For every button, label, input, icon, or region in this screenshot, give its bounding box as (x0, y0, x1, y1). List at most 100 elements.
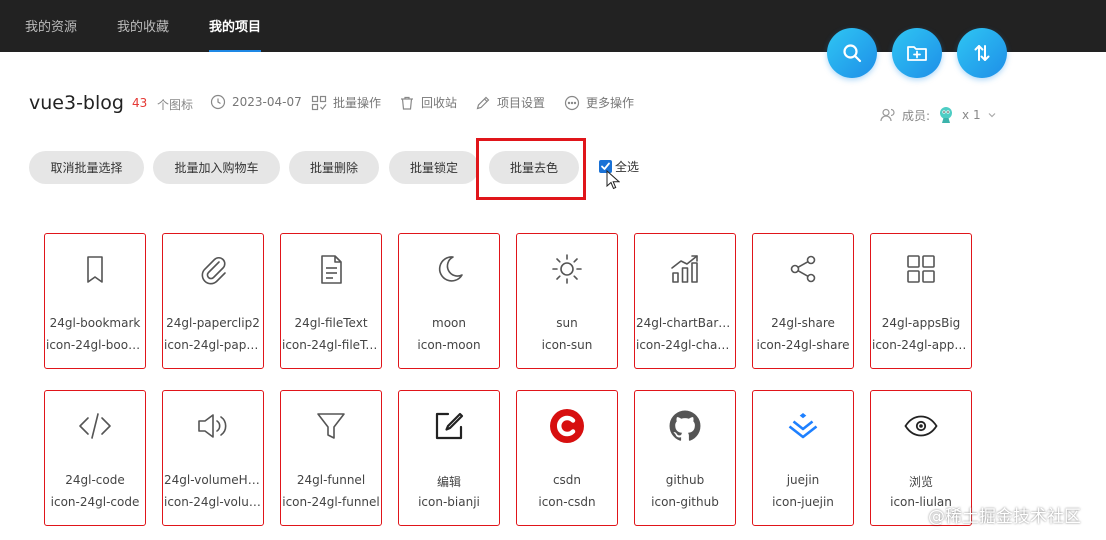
project-settings-link[interactable]: 项目设置 (475, 94, 545, 111)
apps-grid-icon (907, 255, 935, 283)
icon-card[interactable]: moon icon-moon (398, 233, 500, 369)
icon-card-glyph (399, 407, 499, 445)
icon-class-label: icon-sun (541, 338, 593, 352)
add-folder-icon (907, 46, 927, 61)
project-date: 2023-04-07 (210, 94, 302, 110)
volume-high-icon (198, 414, 227, 438)
icon-name-label: 24gl-bookmark (49, 316, 141, 330)
icon-name-label: 24gl-appsBig (881, 316, 961, 330)
icon-card[interactable]: 24gl-code icon-24gl-code (44, 390, 146, 526)
icon-card-glyph (517, 250, 617, 288)
icon-name-label: sun (556, 316, 578, 330)
icon-card-glyph (517, 407, 617, 445)
icon-card-glyph (399, 250, 499, 288)
tab-my-favorites[interactable]: 我的收藏 (117, 0, 169, 52)
file-text-icon (321, 255, 342, 284)
icon-card[interactable]: sun icon-sun (516, 233, 618, 369)
icon-name-label: 24gl-chartBarUp... (636, 316, 734, 330)
icon-name-label: 浏览 (908, 475, 933, 489)
trash-icon (401, 96, 413, 110)
batch-operation-label: 批量操作 (333, 96, 382, 110)
tab-my-resources[interactable]: 我的资源 (25, 0, 77, 52)
members-dropdown[interactable]: 成员: x 1 (880, 105, 997, 125)
github-icon (669, 410, 701, 441)
icon-class-label: icon-juejin (772, 495, 834, 509)
icon-class-label: icon-24gl-code (50, 495, 140, 509)
icon-class-label: icon-24gl-bookm... (46, 338, 144, 352)
icon-card-glyph (281, 250, 381, 288)
icon-card-glyph (635, 407, 735, 445)
more-operations-label: 更多操作 (586, 96, 635, 110)
paperclip-icon (201, 257, 226, 285)
icon-class-label: icon-24gl-chartB... (636, 338, 734, 352)
members-icon (880, 108, 895, 122)
icon-class-label: icon-24gl-paperc... (164, 338, 262, 352)
recycle-bin-link[interactable]: 回收站 (399, 94, 457, 111)
icon-name-label: csdn (552, 473, 582, 487)
batch-add-to-cart-button[interactable]: 批量加入购物车 (153, 151, 280, 184)
icon-card[interactable]: juejin icon-juejin (752, 390, 854, 526)
avatar (940, 107, 953, 123)
batch-delete-button[interactable]: 批量删除 (289, 151, 379, 184)
icon-name-label: github (665, 473, 705, 487)
juejin-logo-icon (788, 413, 818, 439)
icon-class-label: icon-24gl-appsBig (872, 338, 970, 352)
chart-bar-up-icon (671, 255, 698, 283)
bookmark-icon (87, 256, 103, 283)
batch-operation-link[interactable]: 批量操作 (311, 94, 381, 111)
tab-my-projects[interactable]: 我的项目 (209, 0, 262, 52)
icon-class-label: icon-24gl-volum... (164, 495, 262, 509)
icon-card[interactable]: 24gl-chartBarUp... icon-24gl-chartB... (634, 233, 736, 369)
icon-name-label: juejin (786, 473, 820, 487)
icon-card[interactable]: 24gl-volumeHigh icon-24gl-volum... (162, 390, 264, 526)
cancel-batch-select-button[interactable]: 取消批量选择 (29, 151, 144, 184)
code-icon (79, 413, 111, 439)
icon-card[interactable]: 24gl-fileText icon-24gl-fileText (280, 233, 382, 369)
more-operations-link[interactable]: 更多操作 (564, 94, 634, 111)
icon-card[interactable]: 24gl-bookmark icon-24gl-bookm... (44, 233, 146, 369)
members-label: 成员: (902, 108, 931, 123)
icon-class-label: icon-bianji (418, 495, 480, 509)
sort-button[interactable] (957, 28, 1007, 78)
icon-card-glyph (281, 407, 381, 445)
icon-name-label: 24gl-paperclip2 (166, 316, 260, 330)
search-button[interactable] (827, 28, 877, 78)
funnel-icon (317, 413, 345, 439)
icon-class-label: icon-csdn (538, 495, 596, 509)
icon-card[interactable]: csdn icon-csdn (516, 390, 618, 526)
sun-icon (552, 254, 582, 284)
highlight-annotation-box (476, 138, 586, 200)
icon-name-label: 24gl-volumeHigh (164, 473, 262, 487)
icon-count: 43 (132, 96, 148, 110)
mouse-cursor-icon (606, 170, 620, 190)
icon-card[interactable]: 24gl-paperclip2 icon-24gl-paperc... (162, 233, 264, 369)
share-icon (790, 255, 816, 283)
icon-class-label: icon-moon (417, 338, 481, 352)
icon-card[interactable]: 24gl-appsBig icon-24gl-appsBig (870, 233, 972, 369)
icon-card-glyph (163, 407, 263, 445)
icon-name-label: 24gl-fileText (294, 316, 368, 330)
icon-card-glyph (635, 250, 735, 288)
icon-card[interactable]: 24gl-share icon-24gl-share (752, 233, 854, 369)
csdn-logo-icon (550, 409, 584, 443)
icon-card-glyph (871, 250, 971, 288)
icon-card-glyph (45, 250, 145, 288)
icon-name-label: moon (432, 316, 466, 330)
members-count: x 1 (962, 108, 981, 122)
sort-icon (974, 45, 990, 61)
project-title: vue3-blog (29, 92, 124, 114)
icon-class-label: icon-github (651, 495, 719, 509)
batch-lock-button[interactable]: 批量锁定 (389, 151, 479, 184)
icon-card[interactable]: 编辑 icon-bianji (398, 390, 500, 526)
add-folder-button[interactable] (892, 28, 942, 78)
icon-count-unit: 个图标 (157, 98, 194, 112)
icon-card[interactable]: 24gl-funnel icon-24gl-funnel (280, 390, 382, 526)
icon-card[interactable]: github icon-github (634, 390, 736, 526)
icon-name-label: 编辑 (436, 475, 461, 489)
more-dots-icon (564, 95, 580, 110)
icon-name-label: 24gl-code (65, 473, 125, 487)
project-date-text: 2023-04-07 (232, 95, 302, 109)
search-icon (843, 44, 862, 63)
icon-card-glyph (753, 250, 853, 288)
icon-card-glyph (871, 407, 971, 445)
